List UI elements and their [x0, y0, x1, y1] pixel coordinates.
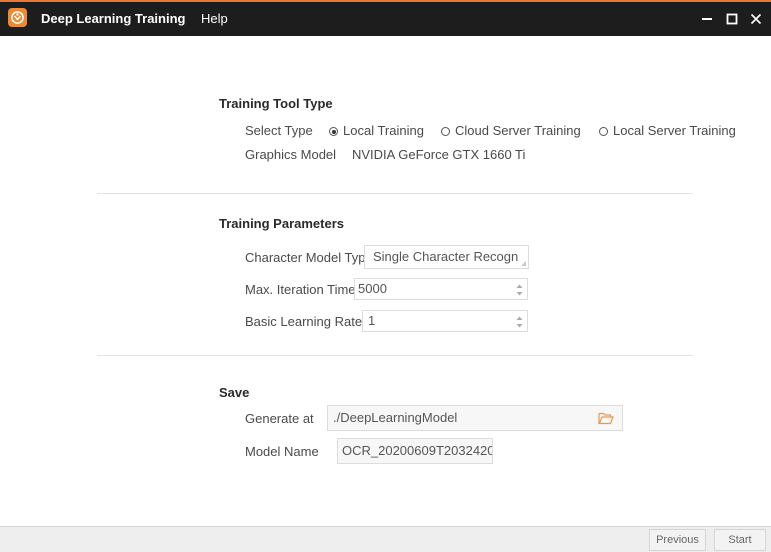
title-bar: Deep Learning Training Help [0, 0, 771, 36]
section-title-save: Save [219, 385, 250, 400]
divider [97, 355, 693, 356]
max-iteration-stepper[interactable]: 5000 [354, 278, 528, 300]
model-name-field[interactable]: OCR_20200609T20324207 [337, 438, 493, 464]
graphics-model-value: NVIDIA GeForce GTX 1660 Ti [352, 147, 526, 162]
character-model-label: Character Model Typ [245, 250, 366, 265]
folder-open-icon[interactable] [598, 411, 614, 425]
resize-grip-icon [521, 261, 526, 266]
radio-checked-icon [329, 127, 338, 136]
learning-rate-label: Basic Learning Rate [245, 314, 363, 329]
generate-at-value: ./DeepLearningModel [333, 410, 458, 425]
section-title-training-tool: Training Tool Type [219, 96, 333, 111]
character-model-select[interactable]: Single Character Recogn [364, 245, 529, 269]
menu-help[interactable]: Help [201, 2, 228, 36]
radio-label: Local Training [343, 123, 424, 138]
select-type-label: Select Type [245, 123, 313, 138]
character-model-value: Single Character Recogn [373, 249, 519, 264]
app-title: Deep Learning Training [41, 11, 186, 26]
graphics-model-label: Graphics Model [245, 147, 337, 162]
maximize-icon[interactable] [722, 5, 744, 33]
radio-unchecked-icon [599, 127, 608, 136]
max-iteration-value: 5000 [358, 281, 387, 296]
divider [97, 193, 693, 194]
close-icon[interactable] [746, 5, 768, 33]
radio-local-server-training[interactable]: Local Server Training [599, 123, 736, 138]
radio-unchecked-icon [441, 127, 450, 136]
generate-at-label: Generate at [245, 411, 314, 426]
learning-rate-value: 1 [368, 313, 376, 328]
max-iteration-label: Max. Iteration Times [245, 282, 363, 297]
start-button[interactable]: Start [714, 529, 766, 551]
radio-label: Cloud Server Training [455, 123, 581, 138]
section-title-training-parameters: Training Parameters [219, 216, 344, 231]
spinner-arrows-icon[interactable] [516, 282, 523, 298]
model-name-label: Model Name [245, 444, 319, 459]
radio-local-training[interactable]: Local Training [329, 123, 424, 138]
previous-button[interactable]: Previous [649, 529, 706, 551]
radio-label: Local Server Training [613, 123, 736, 138]
generate-at-field[interactable]: ./DeepLearningModel [327, 405, 623, 431]
spinner-arrows-icon[interactable] [516, 314, 523, 330]
app-logo-icon [8, 8, 27, 27]
footer-bar: Previous Start [0, 526, 771, 552]
radio-cloud-server-training[interactable]: Cloud Server Training [441, 123, 581, 138]
minimize-icon[interactable] [697, 5, 719, 33]
model-name-value: OCR_20200609T20324207 [342, 443, 493, 458]
learning-rate-stepper[interactable]: 1 [362, 310, 528, 332]
